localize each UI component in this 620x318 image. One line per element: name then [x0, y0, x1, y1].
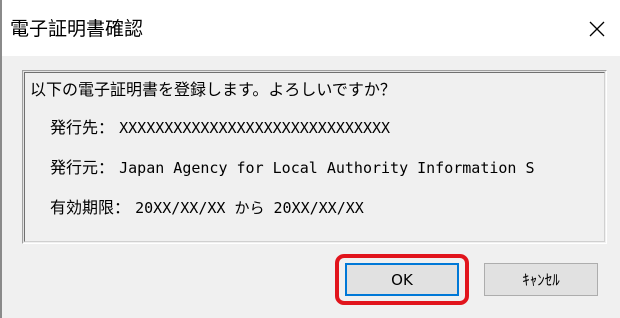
close-button[interactable] [574, 8, 620, 50]
certificate-info-box: 以下の電子証明書を登録します。よろしいですか？ 発行先： XXXXXXXXXXX… [22, 70, 607, 244]
issuer-value: Japan Agency for Local Authority Informa… [119, 159, 535, 177]
issued-to-row: 発行先： XXXXXXXXXXXXXXXXXXXXXXXXXXXXXX [50, 118, 390, 138]
close-icon [589, 21, 605, 37]
issuer-row: 発行元： Japan Agency for Local Authority In… [50, 158, 535, 178]
certificate-confirm-dialog: 電子証明書確認 以下の電子証明書を登録します。よろしいですか？ 発行先： XXX… [0, 0, 620, 318]
issuer-label: 発行元： [50, 158, 115, 177]
cancel-button[interactable]: ｷｬﾝｾﾙ [484, 263, 598, 296]
dialog-title: 電子証明書確認 [10, 18, 144, 40]
issued-to-value: XXXXXXXXXXXXXXXXXXXXXXXXXXXXXX [119, 119, 391, 137]
validity-row: 有効期限： 20XX/XX/XX から 20XX/XX/XX [50, 198, 364, 218]
validity-value: 20XX/XX/XX から 20XX/XX/XX [135, 199, 364, 217]
issued-to-label: 発行先： [50, 118, 115, 137]
validity-label: 有効期限： [50, 198, 131, 217]
title-bar: 電子証明書確認 [2, 0, 620, 56]
ok-button[interactable]: OK [345, 263, 459, 296]
confirmation-question: 以下の電子証明書を登録します。よろしいですか？ [30, 80, 396, 99]
